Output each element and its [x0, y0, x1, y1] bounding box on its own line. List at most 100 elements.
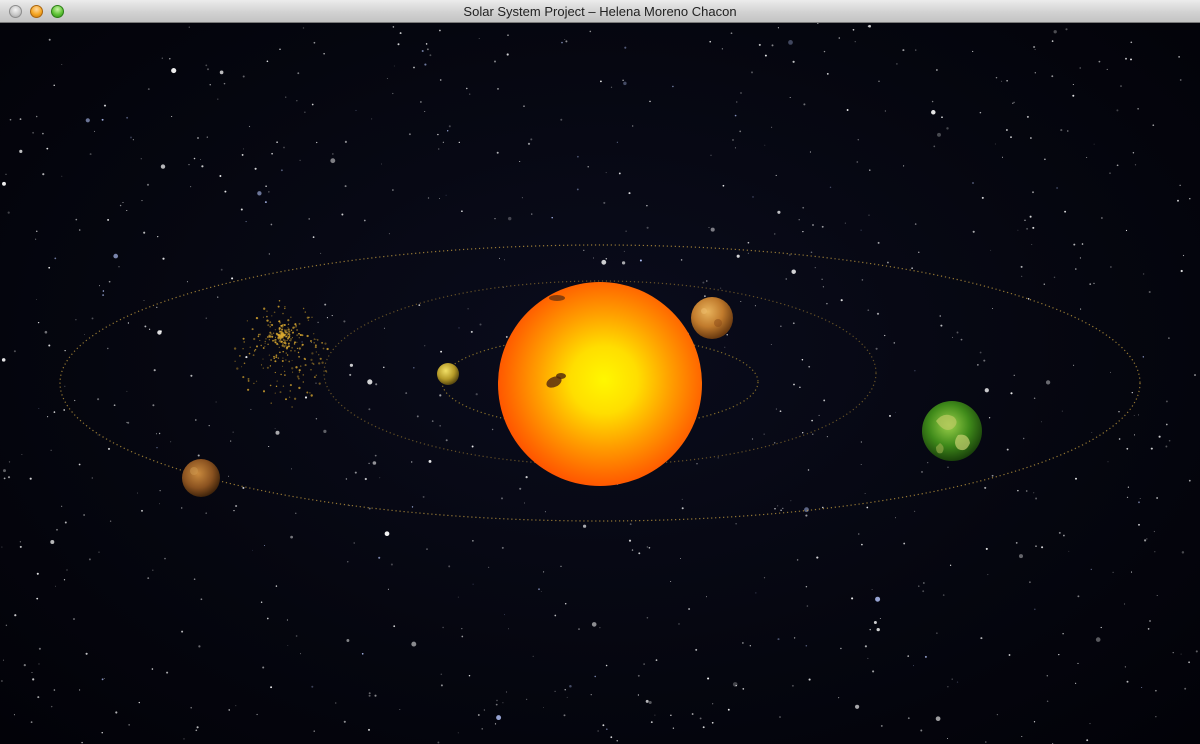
- star: [245, 356, 248, 359]
- star: [922, 590, 925, 593]
- star: [1021, 736, 1023, 737]
- star: [504, 259, 505, 261]
- star: [991, 474, 994, 477]
- asteroid: [282, 312, 284, 315]
- star: [854, 704, 860, 709]
- star: [302, 27, 305, 29]
- star: [63, 579, 66, 581]
- star: [1032, 226, 1035, 229]
- star: [1035, 545, 1037, 547]
- star: [1005, 129, 1008, 131]
- star: [1126, 680, 1129, 683]
- star: [159, 503, 160, 505]
- star: [1089, 723, 1091, 725]
- asteroid: [315, 338, 317, 340]
- star: [758, 43, 761, 46]
- star: [864, 492, 866, 494]
- star: [323, 53, 325, 55]
- star: [64, 521, 67, 524]
- star: [587, 166, 589, 168]
- star: [162, 257, 165, 260]
- star: [61, 64, 63, 65]
- asteroid: [286, 334, 289, 336]
- star: [483, 709, 486, 711]
- star: [101, 118, 104, 121]
- star: [141, 509, 143, 512]
- star: [764, 144, 766, 146]
- star: [368, 694, 371, 697]
- star: [826, 73, 829, 75]
- star: [209, 84, 211, 86]
- star: [54, 257, 57, 260]
- star: [132, 139, 134, 141]
- star: [387, 588, 389, 590]
- star: [1075, 477, 1077, 480]
- star: [984, 486, 987, 489]
- star: [525, 698, 528, 701]
- star: [942, 594, 945, 596]
- sun[interactable]: [498, 282, 702, 486]
- star: [1131, 391, 1133, 394]
- star: [1, 546, 3, 548]
- planet-earth[interactable]: [922, 401, 982, 461]
- star: [270, 223, 273, 226]
- star: [146, 183, 150, 186]
- star: [695, 648, 698, 651]
- asteroid: [303, 357, 306, 360]
- star: [1138, 501, 1140, 504]
- asteroid: [314, 344, 317, 347]
- star: [869, 169, 871, 171]
- star: [426, 48, 429, 51]
- asteroid: [282, 385, 285, 387]
- title-bar[interactable]: Solar System Project – Helena Moreno Cha…: [0, 0, 1200, 23]
- star: [1153, 530, 1156, 533]
- star: [1034, 48, 1036, 51]
- star: [254, 167, 257, 170]
- star: [346, 639, 350, 642]
- star: [793, 637, 796, 639]
- star: [879, 618, 881, 619]
- planet-mars[interactable]: [182, 459, 220, 497]
- star: [590, 694, 592, 696]
- asteroid: [292, 326, 296, 329]
- asteroid: [273, 357, 276, 360]
- star: [681, 498, 683, 500]
- star: [1029, 215, 1032, 218]
- star: [1154, 551, 1156, 553]
- star: [268, 445, 270, 448]
- star: [818, 414, 820, 416]
- star: [442, 626, 444, 629]
- star: [1188, 661, 1191, 664]
- planet-mercury[interactable]: [437, 363, 459, 385]
- opengl-viewport[interactable]: [0, 23, 1200, 744]
- star: [605, 258, 608, 260]
- asteroid: [247, 379, 250, 382]
- star: [856, 161, 859, 163]
- star: [223, 82, 226, 85]
- planet-venus[interactable]: [691, 297, 733, 339]
- asteroid: [239, 355, 241, 357]
- star: [1126, 447, 1129, 450]
- star: [496, 151, 499, 154]
- star: [427, 197, 430, 199]
- asteroid: [236, 367, 239, 370]
- star: [264, 545, 265, 547]
- asteroid: [284, 342, 287, 345]
- star: [566, 696, 568, 698]
- star: [937, 132, 941, 137]
- star: [46, 147, 49, 150]
- star: [228, 709, 230, 711]
- sun-sphere: [498, 282, 702, 486]
- star: [866, 506, 869, 509]
- asteroid: [288, 360, 291, 363]
- star: [823, 50, 826, 53]
- star: [75, 218, 78, 221]
- star: [411, 641, 417, 647]
- star: [1168, 439, 1171, 442]
- star: [1079, 257, 1081, 259]
- star: [610, 86, 613, 88]
- star: [268, 253, 270, 255]
- star: [63, 409, 66, 411]
- star: [597, 730, 599, 732]
- star: [808, 365, 811, 368]
